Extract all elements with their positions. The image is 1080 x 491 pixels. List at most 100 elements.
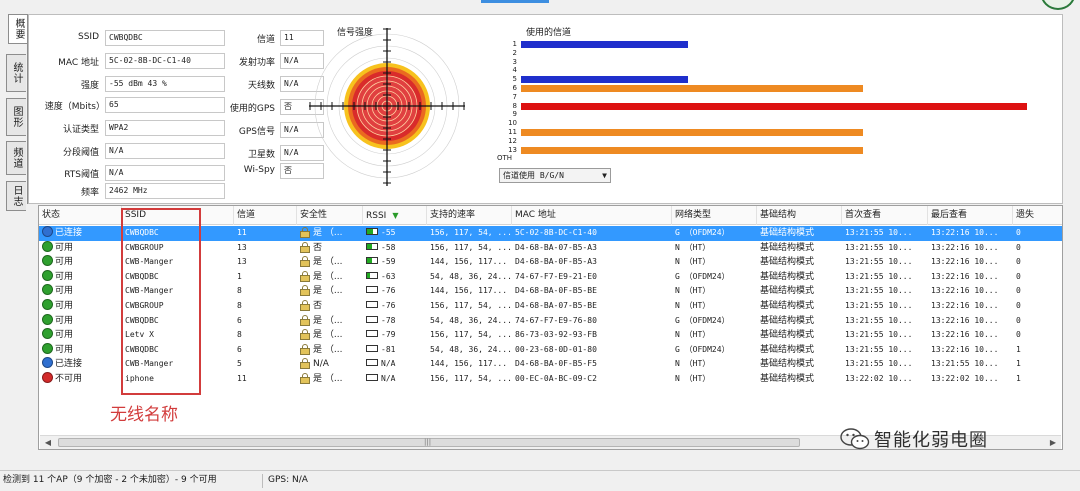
scroll-right-icon[interactable]: ▶ [1046, 436, 1060, 449]
cell-rates: 144, 156, 117... [427, 284, 512, 299]
cell-text: 13:22:16 10... [931, 228, 999, 237]
tab-summary[interactable]: 概要 [8, 14, 28, 44]
lock-icon [300, 373, 310, 384]
cell-channel: 5 [234, 357, 297, 372]
cell-text: 基础结构模式 [760, 315, 815, 326]
cell-rates: 144, 156, 117... [427, 357, 512, 372]
frag-threshold-label: 分段阈值 [62, 148, 99, 158]
tab-log[interactable]: 日志 [6, 181, 26, 211]
cell-text: 可用 [55, 271, 74, 282]
cell-rates: 54, 48, 36, 24... [427, 314, 512, 329]
signal-meter-icon [366, 359, 378, 367]
cell-text: 13:21:55 10... [845, 330, 913, 340]
cell-text: 0 [1016, 330, 1021, 340]
cell-last: 13:22:16 10... [928, 328, 1013, 343]
cell-rates: 156, 117, 54, ... [427, 372, 512, 387]
scroll-left-icon[interactable]: ◀ [41, 436, 55, 449]
channel-label: 8 [512, 101, 517, 110]
lock-icon [300, 270, 310, 282]
cell-rates: 156, 117, 54, ... [427, 226, 512, 241]
cell-text: 5 [237, 359, 242, 369]
cell-text: 0 [1016, 242, 1021, 252]
cell-text: 13:21:55 10... [845, 301, 913, 310]
auth-label: 认证类型 [62, 125, 99, 135]
status-bar: 检测到 11 个AP（9 个加密 - 2 个未加密）- 9 个可用 GPS: N… [0, 470, 1080, 491]
unlock-icon [300, 300, 310, 311]
cell-lost: 0 [1013, 226, 1062, 241]
wispy-label: Wi-Spy [243, 165, 275, 175]
rts-threshold-value: N/A [105, 165, 225, 181]
cell-text: 74-67-F7-E9-76-80 [515, 315, 597, 325]
cell-text: 已连接 [55, 228, 83, 238]
tab-channel[interactable]: 频道 [6, 141, 26, 175]
status-dot-icon [42, 255, 53, 267]
cell-last: 13:22:16 10... [928, 255, 1013, 270]
col-first-seen[interactable]: 首次查看 [842, 206, 928, 225]
cell-text: 11 [237, 228, 247, 237]
speed-label: 速度（Mbits） [44, 102, 105, 112]
cell-channel: 11 [234, 372, 297, 387]
tab-graph[interactable]: 图形 [6, 98, 26, 136]
channel-bar [521, 85, 863, 92]
col-nettype[interactable]: 网络类型 [672, 206, 757, 225]
col-status[interactable]: 状态 [39, 206, 122, 225]
cell-text: 是 （... [313, 257, 343, 268]
channel-label: 12 [508, 136, 517, 145]
col-lost[interactable]: 遗失 [1013, 206, 1062, 225]
ssid-value: CWBQDBC [105, 30, 225, 46]
status-dot-icon [42, 240, 53, 252]
cell-nettype: N （HT） [672, 328, 757, 343]
status-dot-icon [42, 269, 53, 281]
watermark-text: 智能化弱电圈 [874, 430, 988, 451]
cell-text: G （OFDM24） [675, 315, 730, 325]
col-rssi[interactable]: RSSI ▼ [363, 206, 427, 225]
status-gps: GPS: N/A [268, 475, 308, 485]
cell-text: D4-68-BA-0F-B5-F5 [515, 359, 597, 369]
cell-first: 13:21:55 10... [842, 343, 928, 358]
col-channel[interactable]: 信道 [234, 206, 297, 225]
cell-infra: 基础结构模式 [757, 226, 842, 241]
cell-infra: 基础结构模式 [757, 314, 842, 329]
col-security[interactable]: 安全性 [297, 206, 363, 225]
cell-text: 基础结构模式 [760, 344, 815, 355]
cell-text: 0 [1016, 315, 1021, 325]
cell-first: 13:22:02 10... [842, 372, 928, 387]
cell-text: 6 [237, 344, 242, 354]
cell-text: 13:21:55 10... [845, 344, 913, 354]
cell-status: 已连接 [39, 226, 122, 241]
cell-first: 13:21:55 10... [842, 270, 928, 285]
rts-threshold-label: RTS阈值 [64, 170, 99, 180]
signal-meter-icon [366, 315, 378, 323]
signal-meter-icon [366, 286, 378, 294]
col-infra[interactable]: 基础结构 [757, 206, 842, 225]
cell-text: 156, 117, 54, ... [430, 374, 512, 383]
channel-bar [521, 129, 863, 136]
status-separator [262, 474, 263, 488]
cell-mac: 86-73-03-92-93-FB [512, 328, 672, 343]
cell-rssi: -63 [363, 270, 427, 285]
channel-mode-value: 信道使用 B/G/N [503, 171, 564, 180]
cell-first: 13:21:55 10... [842, 226, 928, 241]
cell-text: 11 [237, 374, 247, 383]
signal-meter-icon [366, 344, 378, 352]
cell-text: 可用 [55, 242, 74, 253]
cell-text: 0 [1016, 286, 1021, 296]
top-accent-bar [481, 0, 549, 3]
cell-text: 86-73-03-92-93-FB [515, 330, 597, 340]
channel-mode-select[interactable]: 信道使用 B/G/N ▼ [499, 168, 611, 183]
cell-text: 156, 117, 54, ... [430, 228, 512, 237]
scroll-thumb[interactable]: ||| [58, 438, 800, 447]
tab-stats[interactable]: 统计 [6, 54, 26, 92]
cell-text: 是 （... [313, 330, 343, 341]
signal-meter-icon [366, 242, 378, 250]
cell-text: 基础结构模式 [760, 374, 815, 384]
cell-status: 已连接 [39, 357, 122, 372]
lock-icon [300, 227, 310, 238]
col-last-seen[interactable]: 最后查看 [928, 206, 1013, 225]
ssid-annotation-box [121, 208, 201, 395]
col-mac[interactable]: MAC 地址 [512, 206, 672, 225]
cell-infra: 基础结构模式 [757, 255, 842, 270]
col-rates[interactable]: 支持的速率 [427, 206, 512, 225]
cell-first: 13:21:55 10... [842, 284, 928, 299]
cell-infra: 基础结构模式 [757, 284, 842, 299]
